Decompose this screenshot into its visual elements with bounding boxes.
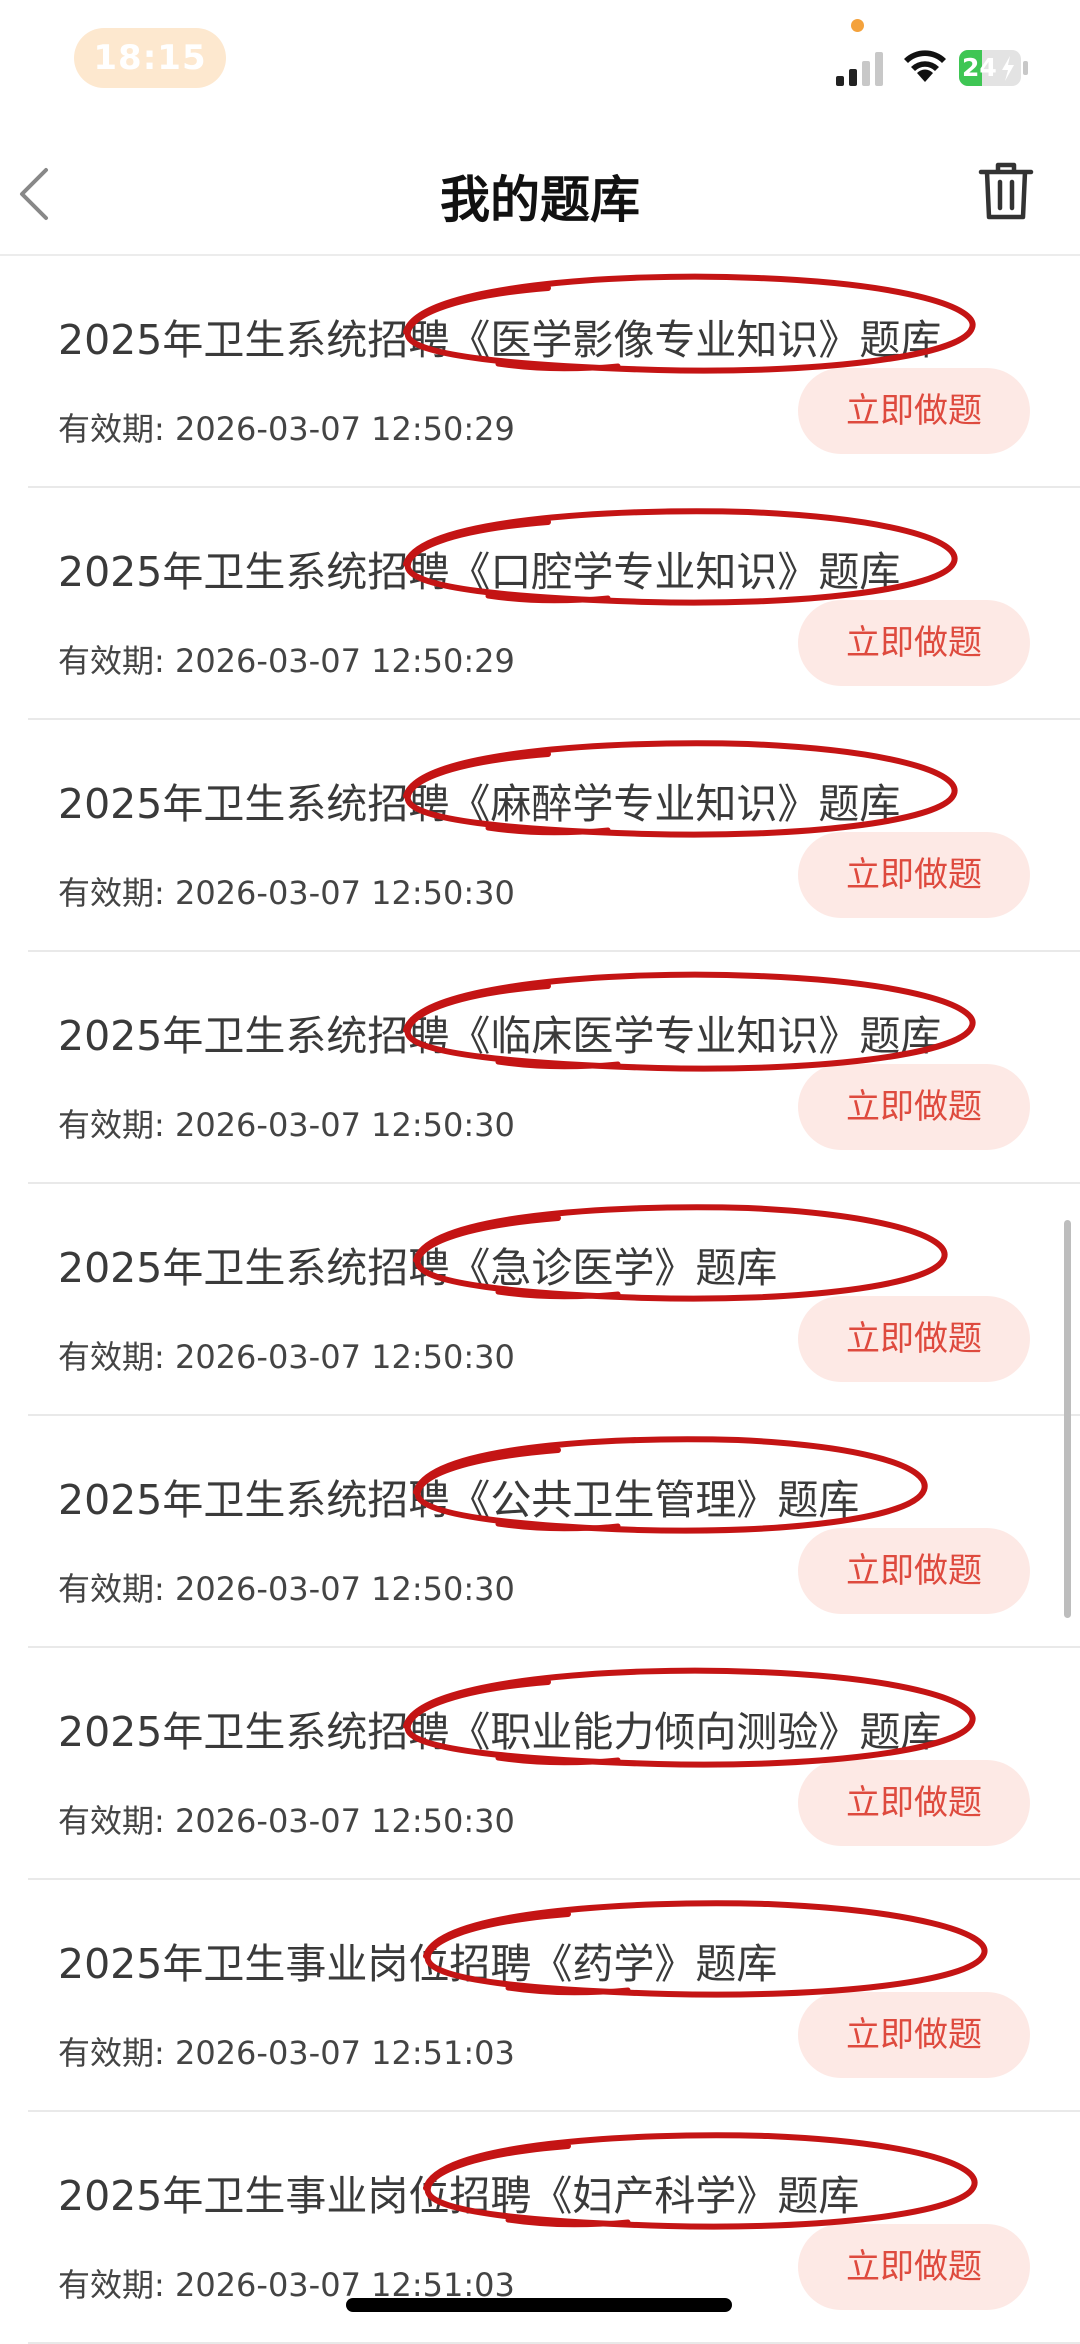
item-validity: 有效期: 2026-03-07 12:50:29 (58, 410, 515, 448)
wifi-icon (904, 50, 946, 82)
item-title: 2025年卫生事业岗位招聘《妇产科学》题库 (58, 2172, 860, 2220)
item-title: 2025年卫生系统招聘《临床医学专业知识》题库 (58, 1012, 942, 1060)
scrollbar[interactable] (1064, 1220, 1071, 1618)
list-item[interactable]: 2025年卫生系统招聘《医学影像专业知识》题库 有效期: 2026-03-07 … (28, 256, 1080, 488)
item-validity: 有效期: 2026-03-07 12:50:30 (58, 1570, 515, 1608)
item-validity: 有效期: 2026-03-07 12:50:30 (58, 1802, 515, 1840)
item-title: 2025年卫生系统招聘《急诊医学》题库 (58, 1244, 778, 1292)
home-indicator[interactable] (346, 2298, 732, 2312)
item-title: 2025年卫生系统招聘《公共卫生管理》题库 (58, 1476, 860, 1524)
battery-level: 24 (962, 53, 997, 82)
list-item[interactable]: 2025年卫生系统招聘《急诊医学》题库 有效期: 2026-03-07 12:5… (28, 1184, 1080, 1416)
list-item[interactable]: 2025年卫生系统招聘《公共卫生管理》题库 有效期: 2026-03-07 12… (28, 1416, 1080, 1648)
privacy-indicator-dot (851, 19, 864, 32)
cellular-signal-icon (836, 52, 883, 86)
item-title: 2025年卫生系统招聘《口腔学专业知识》题库 (58, 548, 901, 596)
list-item[interactable]: 2025年卫生系统招聘《职业能力倾向测验》题库 有效期: 2026-03-07 … (28, 1648, 1080, 1880)
start-practice-button[interactable]: 立即做题 (798, 368, 1030, 454)
page-title: 我的题库 (440, 171, 640, 229)
item-validity: 有效期: 2026-03-07 12:50:30 (58, 874, 515, 912)
item-validity: 有效期: 2026-03-07 12:50:30 (58, 1106, 515, 1144)
start-practice-button[interactable]: 立即做题 (798, 832, 1030, 918)
start-practice-button[interactable]: 立即做题 (798, 1064, 1030, 1150)
start-practice-button[interactable]: 立即做题 (798, 1528, 1030, 1614)
start-practice-button[interactable]: 立即做题 (798, 1992, 1030, 2078)
list-item[interactable]: 2025年卫生系统招聘《麻醉学专业知识》题库 有效期: 2026-03-07 1… (28, 720, 1080, 952)
item-title: 2025年卫生事业岗位招聘《药学》题库 (58, 1940, 778, 1988)
item-title: 2025年卫生系统招聘《麻醉学专业知识》题库 (58, 780, 901, 828)
start-practice-button[interactable]: 立即做题 (798, 600, 1030, 686)
start-practice-button[interactable]: 立即做题 (798, 1760, 1030, 1846)
item-title: 2025年卫生系统招聘《医学影像专业知识》题库 (58, 316, 942, 364)
status-time: 18:15 (74, 28, 226, 88)
question-bank-list: 2025年卫生系统招聘《医学影像专业知识》题库 有效期: 2026-03-07 … (0, 256, 1080, 2344)
list-item[interactable]: 2025年卫生系统招聘《临床医学专业知识》题库 有效期: 2026-03-07 … (28, 952, 1080, 1184)
trash-icon[interactable] (978, 160, 1034, 222)
start-practice-button[interactable]: 立即做题 (798, 1296, 1030, 1382)
item-validity: 有效期: 2026-03-07 12:51:03 (58, 2034, 515, 2072)
status-bar: 18:15 24 (0, 0, 1080, 120)
nav-bar: 我的题库 (0, 120, 1080, 256)
item-title: 2025年卫生系统招聘《职业能力倾向测验》题库 (58, 1708, 942, 1756)
list-item[interactable]: 2025年卫生系统招聘《口腔学专业知识》题库 有效期: 2026-03-07 1… (28, 488, 1080, 720)
start-practice-button[interactable]: 立即做题 (798, 2224, 1030, 2310)
item-validity: 有效期: 2026-03-07 12:50:29 (58, 642, 515, 680)
list-item[interactable]: 2025年卫生事业岗位招聘《药学》题库 有效期: 2026-03-07 12:5… (28, 1880, 1080, 2112)
item-validity: 有效期: 2026-03-07 12:50:30 (58, 1338, 515, 1376)
